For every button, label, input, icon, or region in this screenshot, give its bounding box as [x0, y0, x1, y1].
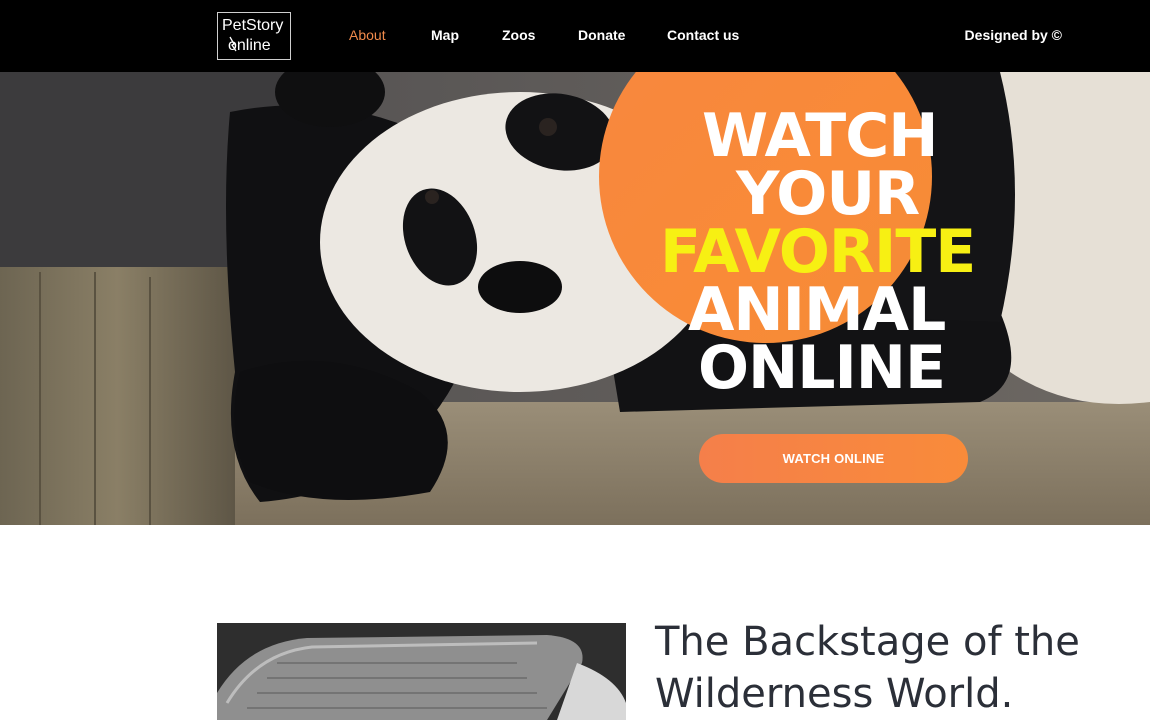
- logo-text-line1: PetStory: [222, 17, 284, 34]
- headline-line3: FAVORITE: [660, 217, 976, 287]
- woven-basket-photo: [217, 623, 626, 720]
- watch-online-button[interactable]: WATCH ONLINE: [699, 434, 968, 483]
- hero-banner: WATCH YOUR FAVORITE ANIMAL ONLINE WATCH …: [0, 72, 1150, 525]
- designed-by-credit[interactable]: Designed by ©: [965, 27, 1062, 43]
- nav-link-contact[interactable]: Contact us: [667, 27, 739, 43]
- nav-link-about[interactable]: About: [349, 27, 386, 43]
- headline-line5: ONLINE: [698, 333, 946, 403]
- hero-headline: WATCH YOUR FAVORITE ANIMAL ONLINE: [600, 101, 1070, 403]
- headline-line4: ANIMAL: [688, 275, 946, 345]
- nav-link-zoos[interactable]: Zoos: [502, 27, 535, 43]
- basket-illustration: [217, 623, 626, 720]
- nav-link-donate[interactable]: Donate: [578, 27, 625, 43]
- section-title: The Backstage of the Wilderness World.: [655, 619, 1080, 717]
- site-logo[interactable]: PetStory online: [217, 12, 291, 60]
- nav-link-map[interactable]: Map: [431, 27, 459, 43]
- headline-line2: YOUR: [736, 159, 920, 229]
- mouse-cursor-icon: [229, 36, 237, 52]
- headline-line1: WATCH: [702, 101, 938, 171]
- top-navigation-bar: PetStory online About Map Zoos Donate Co…: [0, 0, 1150, 72]
- logo-text-line2: online: [222, 36, 290, 56]
